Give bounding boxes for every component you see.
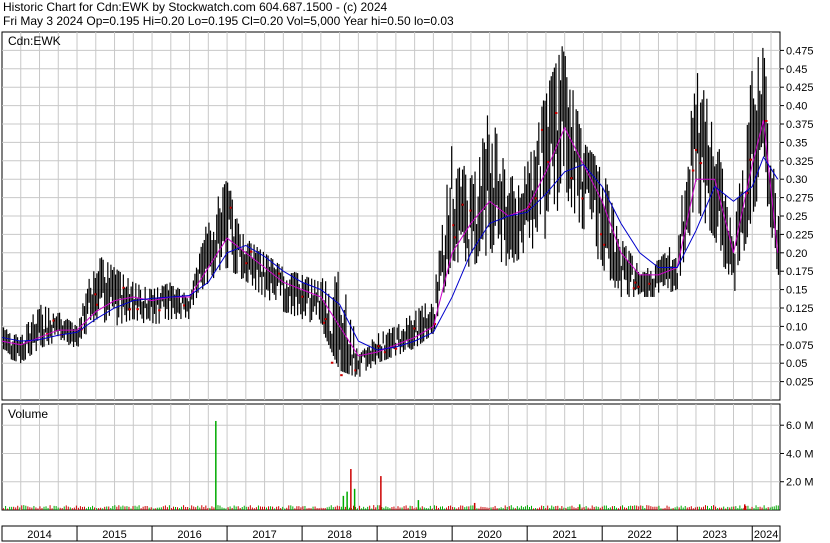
price-tick-label: 0.125 bbox=[786, 303, 814, 315]
price-close-dot bbox=[158, 309, 161, 312]
price-tick-label: 0.15 bbox=[786, 285, 807, 297]
year-label: 2018 bbox=[327, 529, 351, 541]
stock-chart: 0.025 0.05 0.075 0.10 0.125 0.15 0.175 0.20 0.22… bbox=[1, 31, 814, 542]
price-tick-label: 0.275 bbox=[786, 193, 814, 205]
year-label: 2022 bbox=[627, 529, 651, 541]
price-tick-label: 0.325 bbox=[786, 156, 814, 168]
price-panel: 0.025 0.05 0.075 0.10 0.125 0.15 0.175 0.20 0.22… bbox=[1, 31, 814, 401]
price-close-dot bbox=[128, 308, 132, 311]
volume-tick-label: 2.0 M bbox=[786, 477, 814, 489]
year-label: 2014 bbox=[27, 529, 51, 541]
year-label: 2017 bbox=[252, 529, 276, 541]
price-tick-label: 0.425 bbox=[786, 82, 814, 94]
price-close-dot bbox=[330, 361, 334, 364]
price-close-dot bbox=[749, 158, 752, 161]
price-tick-label: 0.35 bbox=[786, 137, 807, 149]
price-tick-label: 0.30 bbox=[786, 174, 807, 186]
price-close-dot bbox=[691, 169, 695, 172]
price-tick-label: 0.05 bbox=[786, 358, 807, 370]
price-close-dot bbox=[699, 162, 703, 165]
price-tick-label: 0.075 bbox=[786, 340, 814, 352]
year-label: 2020 bbox=[477, 529, 501, 541]
price-tick-label: 0.20 bbox=[786, 248, 807, 260]
year-label: 2023 bbox=[702, 529, 726, 541]
price-close-dot bbox=[136, 308, 139, 311]
year-label: 2024 bbox=[754, 529, 778, 541]
price-tick-label: 0.475 bbox=[786, 45, 814, 57]
year-label: 2015 bbox=[102, 529, 126, 541]
price-tick-label: 0.375 bbox=[786, 119, 814, 131]
price-close-dot bbox=[249, 250, 253, 253]
year-label: 2016 bbox=[177, 529, 201, 541]
year-label: 2021 bbox=[552, 529, 576, 541]
price-close-dot bbox=[340, 374, 343, 377]
volume-tick-label: 6.0 M bbox=[786, 420, 814, 432]
year-label: 2019 bbox=[402, 529, 426, 541]
price-tick-label: 0.225 bbox=[786, 229, 814, 241]
volume-tick-label: 4.0 M bbox=[786, 448, 814, 460]
price-tick-label: 0.40 bbox=[786, 101, 807, 113]
volume-panel: 2.0 M 4.0 M 6.0 M bbox=[1, 403, 814, 511]
symbol-label: Cdn:EWK bbox=[8, 34, 61, 48]
volume-frame bbox=[1, 403, 781, 511]
price-tick-label: 0.25 bbox=[786, 211, 807, 223]
price-tick-label: 0.45 bbox=[786, 64, 807, 76]
price-close-dot bbox=[554, 112, 558, 115]
price-close-dot bbox=[394, 347, 398, 350]
price-tick-label: 0.175 bbox=[786, 266, 814, 278]
price-tick-label: 0.025 bbox=[786, 377, 814, 389]
price-tick-label: 0.10 bbox=[786, 321, 807, 333]
price-close-dot bbox=[764, 119, 768, 122]
year-axis: 2014 2015 2016 2017 2018 2019 2020 2021 2022 2023… bbox=[1, 525, 781, 542]
volume-title: Volume bbox=[8, 407, 48, 421]
